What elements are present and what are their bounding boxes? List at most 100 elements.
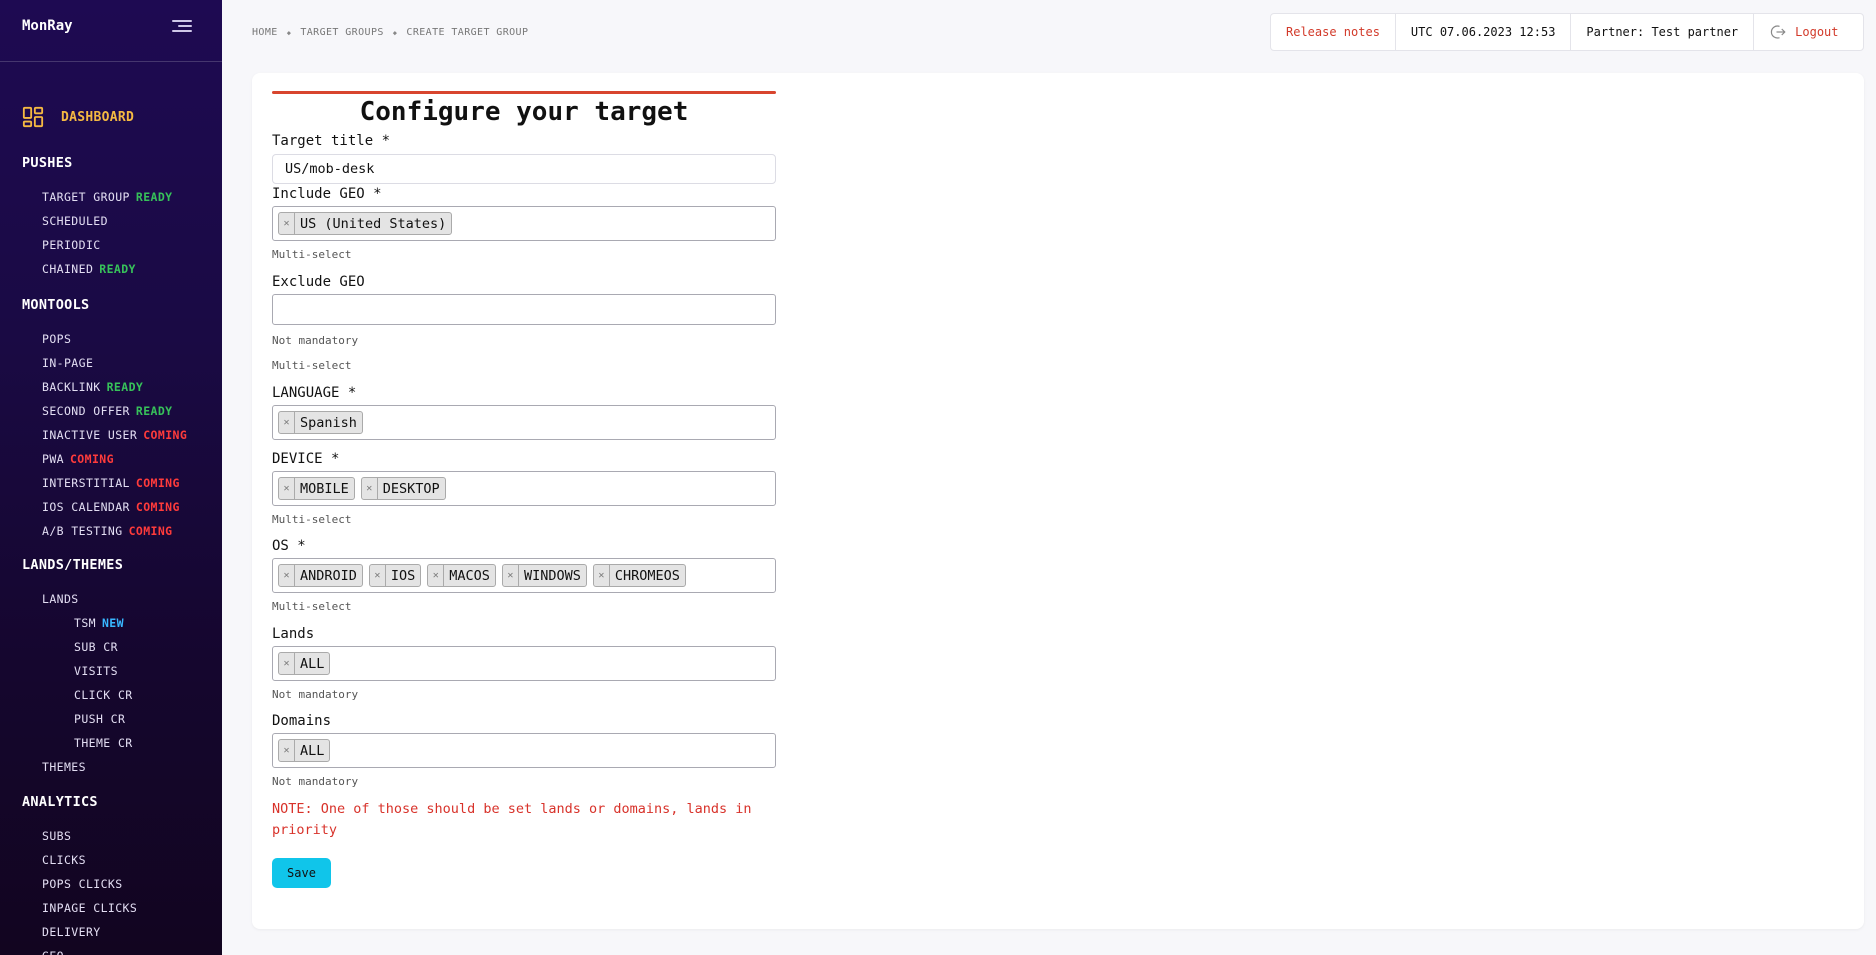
sidebar-item-label: THEME CR <box>74 736 133 750</box>
sidebar-item-lands[interactable]: LANDS <box>42 592 79 606</box>
sidebar-item-backlink[interactable]: BACKLINK READY <box>42 380 143 394</box>
remove-chip-icon[interactable]: ✕ <box>279 478 295 499</box>
sidebar-item-visits[interactable]: VISITS <box>74 664 118 678</box>
sidebar-section-title: ANALYTICS <box>22 794 98 810</box>
sidebar-item-label: DASHBOARD <box>61 109 135 125</box>
sidebar-item-label: TARGET GROUP <box>42 190 130 204</box>
chip-label: WINDOWS <box>523 567 581 584</box>
chip-label: ANDROID <box>300 567 357 584</box>
selected-chip: ✕ DESKTOP <box>360 477 446 500</box>
sidebar-item-sub-cr[interactable]: SUB CR <box>74 640 118 654</box>
sidebar-item-label: DELIVERY <box>42 925 101 939</box>
sidebar-item-label: SCHEDULED <box>42 214 108 228</box>
sidebar-item-push-cr[interactable]: PUSH CR <box>74 712 125 726</box>
sidebar-item-label: INACTIVE USER <box>42 428 138 442</box>
sidebar-item-tsm[interactable]: TSM NEW <box>74 616 124 630</box>
sidebar-item-inactive-user[interactable]: INACTIVE USER COMING <box>42 428 187 442</box>
status-badge: READY <box>106 380 144 394</box>
status-badge: READY <box>135 404 173 418</box>
sidebar-section-title: LANDS/THEMES <box>22 557 124 573</box>
logout-icon <box>1770 25 1786 39</box>
language-select[interactable]: ✕ Spanish <box>272 405 776 440</box>
sidebar-item-clicks[interactable]: CLICKS <box>42 853 86 867</box>
sidebar-item-pops[interactable]: POPS <box>42 332 71 346</box>
sidebar-item-label: THEMES <box>42 760 86 774</box>
breadcrumb-separator-icon: ◆ <box>286 28 292 37</box>
sidebar-item-pops-clicks[interactable]: POPS CLICKS <box>42 877 123 891</box>
save-button[interactable]: Save <box>272 858 331 888</box>
os-select[interactable]: ✕ ANDROID ✕ IOS ✕ MACOS ✕ WINDOWS ✕ CHROMEOS <box>272 558 776 593</box>
sidebar-item-inpage-clicks[interactable]: INPAGE CLICKS <box>42 901 137 915</box>
selected-chip: ✕ MOBILE <box>278 477 355 500</box>
logout-button[interactable]: Logout <box>1754 14 1853 50</box>
sidebar-item-label: BACKLINK <box>42 380 101 394</box>
chip-label: Spanish <box>300 414 357 431</box>
sidebar-header: MonRay <box>0 0 222 62</box>
sidebar-item-scheduled[interactable]: SCHEDULED <box>42 214 108 228</box>
sidebar-item-theme-cr[interactable]: THEME CR <box>74 736 133 750</box>
sidebar-item-label: SECOND OFFER <box>42 404 130 418</box>
sidebar-item-in-page[interactable]: IN-PAGE <box>42 356 93 370</box>
sidebar-item-label: POPS <box>42 332 72 346</box>
sidebar-item-label: A/B TESTING <box>42 524 123 538</box>
domains-select[interactable]: ✕ ALL <box>272 733 776 768</box>
target-title-input[interactable] <box>272 154 776 184</box>
sidebar-item-periodic[interactable]: PERIODIC <box>42 238 101 252</box>
remove-chip-icon[interactable]: ✕ <box>279 565 295 586</box>
selected-chip: ✕ US (United States) <box>278 212 453 235</box>
chip-label: IOS <box>390 567 416 584</box>
remove-chip-icon[interactable]: ✕ <box>370 565 386 586</box>
sidebar-item-label: SUB CR <box>74 640 118 654</box>
lands-label: Lands <box>272 626 315 642</box>
selected-chip: ✕ CHROMEOS <box>592 564 686 587</box>
breadcrumb-create-target-group[interactable]: CREATE TARGET GROUP <box>406 27 528 38</box>
device-select[interactable]: ✕ MOBILE ✕ DESKTOP <box>272 471 776 506</box>
sidebar-item-geo[interactable]: GEO <box>42 949 64 955</box>
main-card: Configure your target Target title * Inc… <box>252 73 1864 929</box>
remove-chip-icon[interactable]: ✕ <box>594 565 610 586</box>
sidebar-item-label: INPAGE CLICKS <box>42 901 138 915</box>
selected-chip: ✕ ANDROID <box>278 564 363 587</box>
sidebar-item-themes[interactable]: THEMES <box>42 760 86 774</box>
include-geo-select[interactable]: ✕ US (United States) <box>272 206 776 241</box>
remove-chip-icon[interactable]: ✕ <box>279 412 295 433</box>
menu-toggle-icon[interactable] <box>172 20 192 32</box>
breadcrumb-target-groups[interactable]: TARGET GROUPS <box>300 27 383 38</box>
sidebar-item-dashboard[interactable]: DASHBOARD <box>22 106 134 128</box>
include-geo-label: Include GEO * <box>272 186 382 202</box>
sidebar-section-title: MONTOOLS <box>22 297 90 313</box>
status-badge: COMING <box>135 476 180 490</box>
remove-chip-icon[interactable]: ✕ <box>428 565 445 586</box>
remove-chip-icon[interactable]: ✕ <box>503 565 519 586</box>
remove-chip-icon[interactable]: ✕ <box>279 740 295 761</box>
brand-logo[interactable]: MonRay <box>22 18 73 34</box>
sidebar-item-a-b-testing[interactable]: A/B TESTING COMING <box>42 524 173 538</box>
sidebar-item-subs[interactable]: SUBS <box>42 829 71 843</box>
sidebar-item-click-cr[interactable]: CLICK CR <box>74 688 133 702</box>
sidebar-item-chained[interactable]: CHAINED READY <box>42 262 136 276</box>
lands-hint: Not mandatory <box>272 688 359 701</box>
language-label: LANGUAGE * <box>272 385 357 401</box>
remove-chip-icon[interactable]: ✕ <box>279 653 295 674</box>
sidebar-item-target-group[interactable]: TARGET GROUP READY <box>42 190 173 204</box>
utc-time: UTC 07.06.2023 12:53 <box>1396 14 1572 50</box>
sidebar-item-interstitial[interactable]: INTERSTITIAL COMING <box>42 476 180 490</box>
release-notes-link[interactable]: Release notes <box>1271 14 1396 50</box>
exclude-geo-select[interactable] <box>272 294 776 325</box>
breadcrumb-home[interactable]: HOME <box>252 27 278 38</box>
sidebar-item-second-offer[interactable]: SECOND OFFER READY <box>42 404 173 418</box>
remove-chip-icon[interactable]: ✕ <box>362 478 378 499</box>
lands-select[interactable]: ✕ ALL <box>272 646 776 681</box>
selected-chip: ✕ IOS <box>368 564 422 587</box>
sidebar-item-ios-calendar[interactable]: IOS CALENDAR COMING <box>42 500 180 514</box>
remove-chip-icon[interactable]: ✕ <box>279 213 295 234</box>
sidebar-item-delivery[interactable]: DELIVERY <box>42 925 101 939</box>
selected-chip: ✕ WINDOWS <box>501 564 587 587</box>
sidebar-item-label: LANDS <box>42 592 79 606</box>
lands-domains-note: NOTE: One of those should be set lands o… <box>272 801 752 838</box>
partner-name: Partner: Test partner <box>1571 14 1755 50</box>
sidebar-item-label: CHAINED <box>42 262 94 276</box>
chip-label: US (United States) <box>300 215 447 232</box>
sidebar-item-pwa[interactable]: PWA COMING <box>42 452 114 466</box>
domains-hint: Not mandatory <box>272 775 359 788</box>
